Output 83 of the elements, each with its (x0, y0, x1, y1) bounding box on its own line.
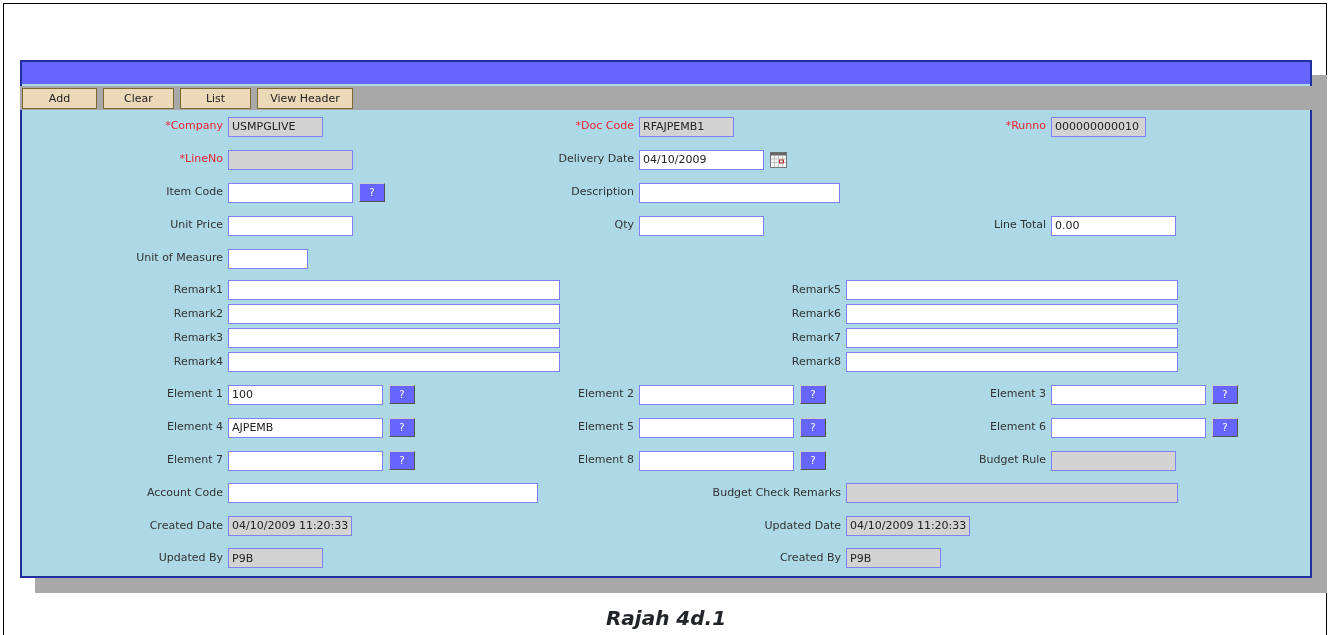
input-field[interactable]: 100 (228, 384, 383, 405)
calendar-icon[interactable] (770, 151, 787, 168)
field-label: Remark3 (172, 329, 224, 346)
field-label: Remark2 (172, 305, 224, 322)
field-label: Element 6 (988, 419, 1047, 436)
input-field[interactable] (639, 417, 794, 438)
input-field[interactable] (228, 483, 538, 504)
field-label: Description (570, 184, 635, 201)
field-label: Remark4 (172, 353, 224, 370)
input-field[interactable] (639, 182, 840, 203)
input-field[interactable] (228, 280, 560, 300)
input-field[interactable]: P9B (228, 548, 323, 569)
field-label: Delivery Date (557, 151, 635, 168)
field-label: *LineNo (178, 151, 224, 168)
input-field[interactable] (846, 304, 1178, 324)
input-field[interactable] (228, 328, 560, 348)
field-label: Remark7 (790, 329, 842, 346)
input-field[interactable] (228, 352, 560, 372)
field-label: Remark1 (172, 281, 224, 298)
field-label: Element 4 (165, 419, 224, 436)
field-label: Updated By (157, 550, 224, 566)
field-label: Element 1 (165, 386, 224, 403)
input-field[interactable] (846, 328, 1178, 348)
toolbar-button[interactable]: Clear (103, 88, 174, 109)
field-label: Element 2 (576, 386, 635, 403)
field-label: Remark5 (790, 281, 842, 298)
field-label: Unit of Measure (135, 250, 224, 267)
toolbar-button[interactable]: List (180, 88, 251, 109)
input-field[interactable] (1051, 417, 1206, 438)
field-label: Item Code (165, 184, 224, 201)
field-label: *Company (164, 118, 224, 135)
lookup-button[interactable]: ? (800, 385, 826, 404)
field-label: Created Date (148, 517, 224, 534)
input-field[interactable] (639, 450, 794, 471)
field-label: Line Total (992, 217, 1047, 234)
input-field[interactable] (228, 215, 353, 236)
input-field[interactable]: P9B (846, 548, 941, 569)
input-field[interactable]: 04/10/2009 11:20:33 (846, 515, 970, 536)
figure-caption: Rajah 4d.1 (604, 605, 728, 632)
lookup-button[interactable]: ? (389, 451, 415, 470)
field-label: Remark6 (790, 305, 842, 322)
input-field[interactable] (846, 280, 1178, 300)
lookup-button[interactable]: ? (389, 385, 415, 404)
input-field[interactable]: 0.00 (1051, 215, 1176, 236)
toolbar-button[interactable]: View Header (257, 88, 353, 109)
field-label: *Doc Code (574, 118, 635, 135)
lookup-button[interactable]: ? (800, 451, 826, 470)
lookup-button[interactable]: ? (1212, 418, 1238, 437)
input-field[interactable]: 000000000010 (1051, 116, 1146, 137)
input-field[interactable] (1051, 450, 1176, 471)
lookup-button[interactable]: ? (359, 183, 385, 202)
field-label: Budget Rule (978, 452, 1047, 469)
input-field[interactable] (639, 384, 794, 405)
field-label: Updated Date (763, 517, 842, 534)
input-field[interactable]: 04/10/2009 11:20:33 (228, 515, 352, 536)
input-field[interactable] (846, 483, 1178, 504)
input-field[interactable] (228, 149, 353, 170)
input-field[interactable] (228, 304, 560, 324)
field-label: Element 7 (165, 452, 224, 469)
input-field[interactable]: USMPGLIVE (228, 116, 323, 137)
input-field[interactable] (1051, 384, 1206, 405)
input-field[interactable] (228, 248, 308, 269)
lookup-button[interactable]: ? (800, 418, 826, 437)
field-label: *Runno (1004, 118, 1047, 135)
field-label: Element 5 (576, 419, 635, 436)
input-field[interactable]: RFAJPEMB1 (639, 116, 734, 137)
field-label: Budget Check Remarks (711, 485, 842, 501)
field-label: Created By (778, 550, 842, 566)
field-label: Remark8 (790, 353, 842, 370)
field-label: Element 3 (988, 386, 1047, 403)
lookup-button[interactable]: ? (1212, 385, 1238, 404)
field-label: Element 8 (576, 452, 635, 469)
input-field[interactable]: AJPEMB (228, 417, 383, 438)
field-label: Unit Price (169, 217, 224, 234)
lookup-button[interactable]: ? (389, 418, 415, 437)
input-field[interactable] (639, 215, 764, 236)
toolbar-button[interactable]: Add (22, 88, 97, 109)
field-label: Account Code (145, 485, 224, 501)
input-field[interactable] (846, 352, 1178, 372)
input-field[interactable] (228, 450, 383, 471)
input-field[interactable]: 04/10/2009 (639, 149, 764, 170)
field-label: Qty (613, 217, 635, 234)
input-field[interactable] (228, 182, 353, 203)
